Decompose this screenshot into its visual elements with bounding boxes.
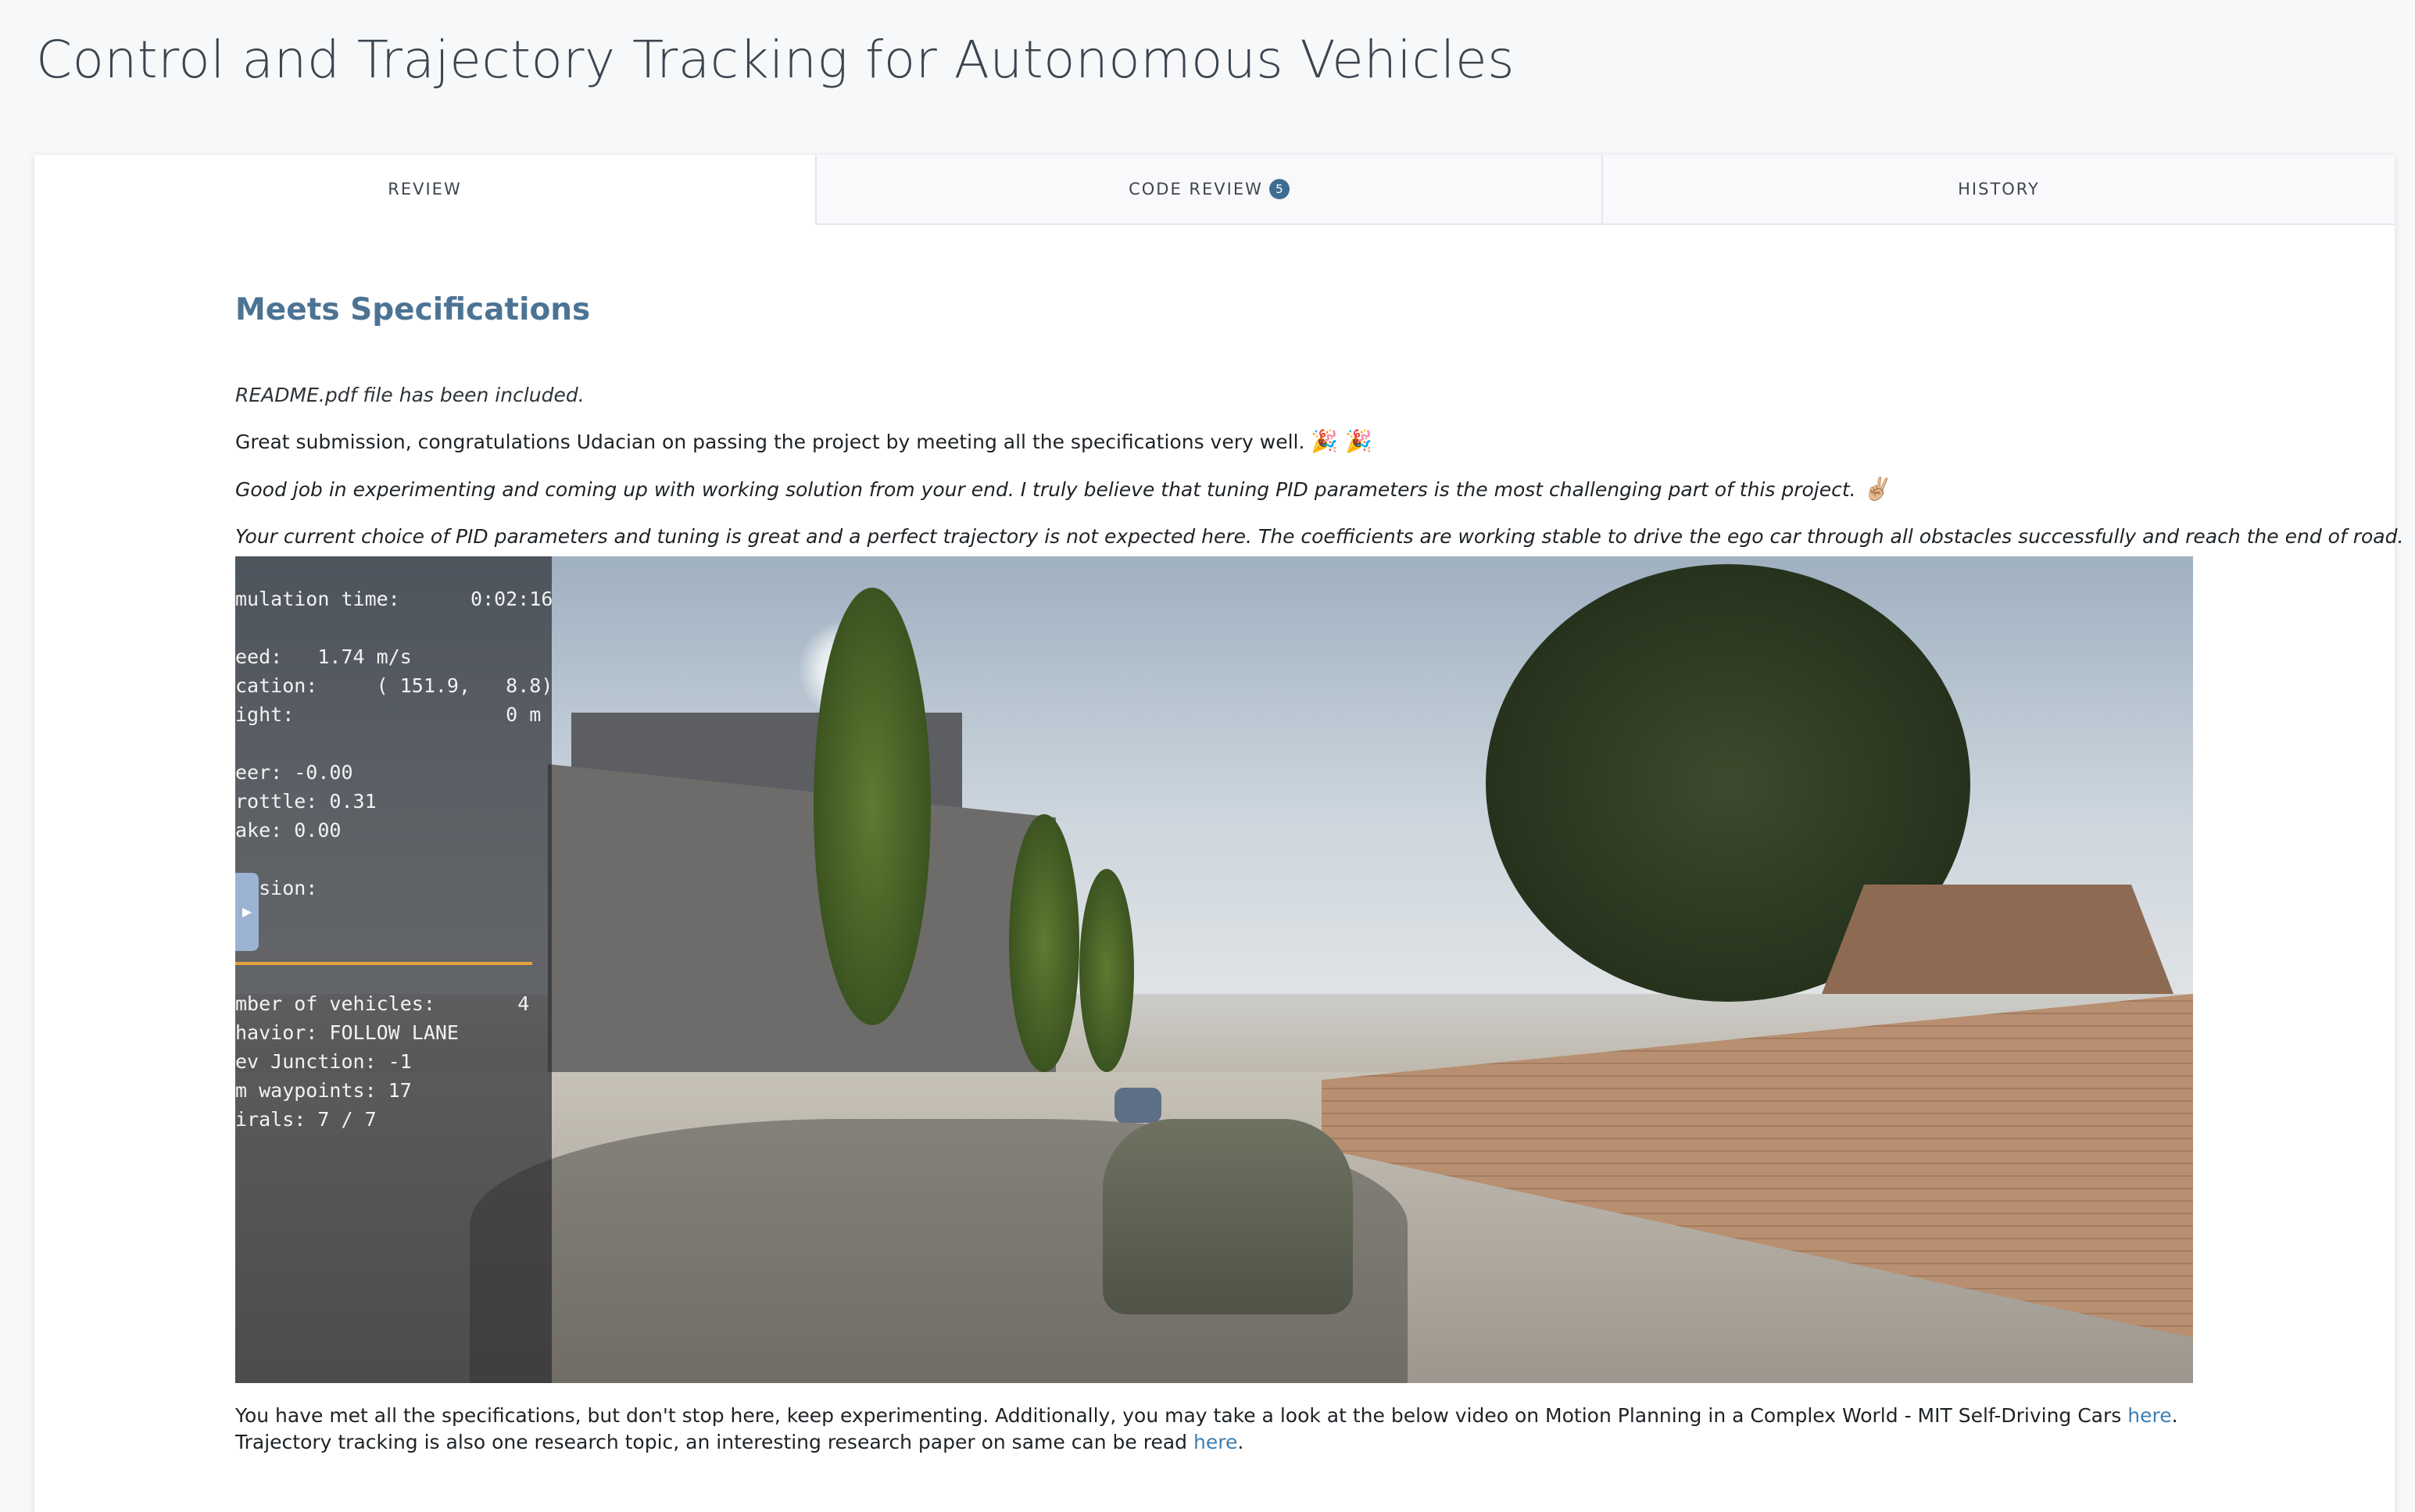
closing-remarks: You have met all the specifications, but… bbox=[235, 1403, 2197, 1456]
hud-line: ev Junction: -1 bbox=[235, 1050, 412, 1073]
good-job-message: Good job in experimenting and coming up … bbox=[235, 478, 1856, 501]
great-submission-message: Great submission, congratulations Udacia… bbox=[235, 431, 1305, 453]
hud-line: eer: -0.00 bbox=[235, 761, 353, 784]
hud-line: irals: 7 / 7 bbox=[235, 1108, 377, 1131]
hud-line: havior: FOLLOW LANE bbox=[235, 1021, 459, 1044]
review-card: REVIEW CODE REVIEW 5 HISTORY Meets Speci… bbox=[34, 155, 2404, 1512]
code-review-count-badge: 5 bbox=[1268, 179, 1290, 199]
sim-tree bbox=[814, 588, 931, 1025]
pid-parameters-text: Your current choice of PID parameters an… bbox=[235, 525, 2404, 548]
victory-hand-icon: ✌🏼 bbox=[1862, 476, 1890, 502]
tab-history[interactable]: HISTORY bbox=[1601, 155, 2395, 225]
hud-line: rottle: 0.31 bbox=[235, 790, 377, 813]
hud-separator bbox=[235, 962, 532, 965]
hud-line: lision: bbox=[235, 877, 318, 899]
hud-toggle-handle[interactable]: ▶ bbox=[235, 873, 259, 951]
tab-history-label: HISTORY bbox=[1958, 180, 2040, 198]
hud-line bbox=[235, 903, 552, 931]
review-content: Meets Specifications README.pdf file has… bbox=[235, 292, 2404, 1456]
closing-text-part1: You have met all the specifications, but… bbox=[235, 1404, 2128, 1427]
tab-code-review-label: CODE REVIEW bbox=[1129, 180, 1263, 198]
hud-line bbox=[235, 931, 552, 960]
hud-line: ight: 0 m bbox=[235, 703, 542, 726]
closing-text-part3: . bbox=[1237, 1431, 1244, 1453]
tab-review-label: REVIEW bbox=[388, 180, 462, 198]
sim-tree bbox=[1009, 814, 1079, 1072]
simulation-screenshot: mulation time: 0:02:16 eed: 1.74 m/s catio… bbox=[235, 556, 2193, 1383]
sim-ego-car bbox=[1103, 1119, 1353, 1314]
tab-review[interactable]: REVIEW bbox=[34, 155, 815, 225]
tab-code-review[interactable]: CODE REVIEW 5 bbox=[815, 155, 1601, 225]
hud-line: m waypoints: 17 bbox=[235, 1079, 412, 1102]
tab-bar: REVIEW CODE REVIEW 5 HISTORY bbox=[34, 155, 2395, 225]
simulation-hud-panel: mulation time: 0:02:16 eed: 1.74 m/s catio… bbox=[235, 556, 553, 1383]
hud-line bbox=[235, 729, 552, 758]
good-job-text: Good job in experimenting and coming up … bbox=[235, 476, 2197, 503]
hud-line: mber of vehicles: 4 bbox=[235, 992, 530, 1015]
great-submission-text: Great submission, congratulations Udacia… bbox=[235, 428, 2197, 456]
hud-line: ake: 0.00 bbox=[235, 819, 342, 842]
page-title: Control and Trajectory Tracking for Auto… bbox=[36, 30, 1515, 90]
sim-house bbox=[1822, 885, 2174, 994]
sim-distant-car bbox=[1114, 1088, 1161, 1123]
mit-video-link[interactable]: here bbox=[2127, 1404, 2171, 1427]
readme-note: README.pdf file has been included. bbox=[235, 384, 585, 406]
hud-line: mulation time: 0:02:16 bbox=[235, 588, 553, 610]
hud-line bbox=[235, 613, 552, 642]
party-popper-icon: 🎉 🎉 bbox=[1311, 428, 1373, 454]
research-paper-link[interactable]: here bbox=[1193, 1431, 1237, 1453]
meets-specifications-heading: Meets Specifications bbox=[235, 292, 591, 327]
hud-line: cation: ( 151.9, 8.8) bbox=[235, 674, 553, 697]
sim-tree bbox=[1079, 869, 1134, 1072]
hud-line: eed: 1.74 m/s bbox=[235, 645, 412, 668]
hud-line bbox=[235, 845, 552, 874]
